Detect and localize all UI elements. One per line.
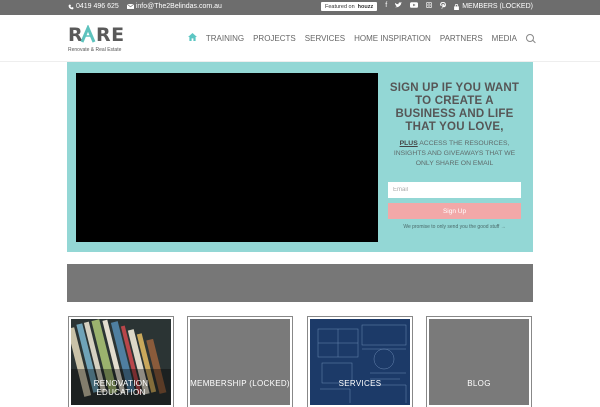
houzz-brand: houzz bbox=[357, 3, 374, 10]
houzz-prefix: Featured on bbox=[324, 3, 355, 10]
promise-note: We promise to only send you the good stu… bbox=[403, 224, 506, 230]
site-logo[interactable]: R RE Renovate & Real Estate bbox=[68, 24, 124, 53]
tile-label: MEMBERSHIP (LOCKED) bbox=[190, 379, 290, 388]
signup-form: SIGN UP IF YOU WANT TO CREATE A BUSINESS… bbox=[387, 82, 522, 230]
nav-item-services[interactable]: SERVICES bbox=[305, 34, 345, 43]
top-bar: 0419 496 625 info@The2Belindas.com.au Fe… bbox=[0, 0, 600, 15]
email-address: info@The2Belindas.com.au bbox=[135, 3, 222, 10]
tile-renovation-education[interactable]: RENOVATION EDUCATION bbox=[68, 316, 174, 407]
nav-item-media[interactable]: MEDIA bbox=[492, 34, 517, 43]
nav-item-training[interactable]: TRAINING bbox=[206, 34, 244, 43]
sign-up-button[interactable]: Sign Up bbox=[388, 203, 521, 219]
signup-body: PLUS ACCESS THE RESOURCES, INSIGHTS AND … bbox=[387, 139, 522, 169]
email-link[interactable]: info@The2Belindas.com.au bbox=[126, 3, 222, 10]
youtube-icon[interactable] bbox=[410, 2, 419, 11]
logo-mark: R RE bbox=[68, 24, 124, 46]
houzz-badge[interactable]: Featured on houzz bbox=[320, 2, 378, 11]
home-icon[interactable] bbox=[187, 33, 197, 43]
grey-banner bbox=[67, 264, 533, 302]
svg-text:RE: RE bbox=[96, 25, 124, 43]
mail-icon bbox=[126, 4, 134, 9]
signup-heading: SIGN UP IF YOU WANT TO CREATE A BUSINESS… bbox=[389, 82, 520, 133]
plus-label: PLUS bbox=[399, 140, 418, 147]
phone-icon bbox=[68, 4, 74, 9]
tile-label: RENOVATION EDUCATION bbox=[93, 379, 149, 397]
tile-label: BLOG bbox=[467, 379, 491, 388]
pinterest-icon[interactable] bbox=[440, 2, 447, 11]
phone-number: 0419 496 625 bbox=[76, 3, 119, 10]
nav-item-partners[interactable]: PARTNERS bbox=[440, 34, 483, 43]
video-player[interactable] bbox=[76, 73, 378, 242]
logo-tagline: Renovate & Real Estate bbox=[68, 47, 122, 53]
lock-icon bbox=[454, 3, 460, 10]
tile-membership[interactable]: MEMBERSHIP (LOCKED) bbox=[187, 316, 293, 407]
twitter-icon[interactable] bbox=[395, 2, 403, 11]
tile-services[interactable]: SERVICES bbox=[307, 316, 413, 407]
phone-link[interactable]: 0419 496 625 bbox=[68, 3, 119, 10]
blueprint-image bbox=[310, 319, 410, 405]
members-link[interactable]: MEMBERS (LOCKED) bbox=[454, 3, 533, 10]
nav-item-projects[interactable]: PROJECTS bbox=[253, 34, 296, 43]
svg-text:R: R bbox=[68, 25, 83, 43]
nav-item-home-inspiration[interactable]: HOME INSPIRATION bbox=[354, 34, 431, 43]
hero-section: SIGN UP IF YOU WANT TO CREATE A BUSINESS… bbox=[67, 62, 533, 252]
site-header: R RE Renovate & Real Estate TRAINING PRO… bbox=[0, 15, 600, 62]
instagram-icon[interactable] bbox=[426, 2, 433, 11]
contact-info: 0419 496 625 info@The2Belindas.com.au bbox=[68, 3, 222, 10]
email-field[interactable] bbox=[388, 182, 521, 198]
facebook-icon[interactable]: f bbox=[385, 2, 387, 11]
logo-wordmark: R RE bbox=[68, 24, 124, 46]
members-label: MEMBERS (LOCKED) bbox=[462, 3, 533, 10]
top-bar-right: Featured on houzz f MEMBERS (LOCKED) bbox=[320, 2, 533, 11]
tile-blog[interactable]: BLOG bbox=[426, 316, 532, 407]
tile-label: SERVICES bbox=[338, 379, 382, 388]
search-icon[interactable] bbox=[526, 34, 534, 42]
main-nav: TRAINING PROJECTS SERVICES HOME INSPIRAT… bbox=[187, 33, 534, 43]
social-links: f bbox=[385, 2, 447, 11]
